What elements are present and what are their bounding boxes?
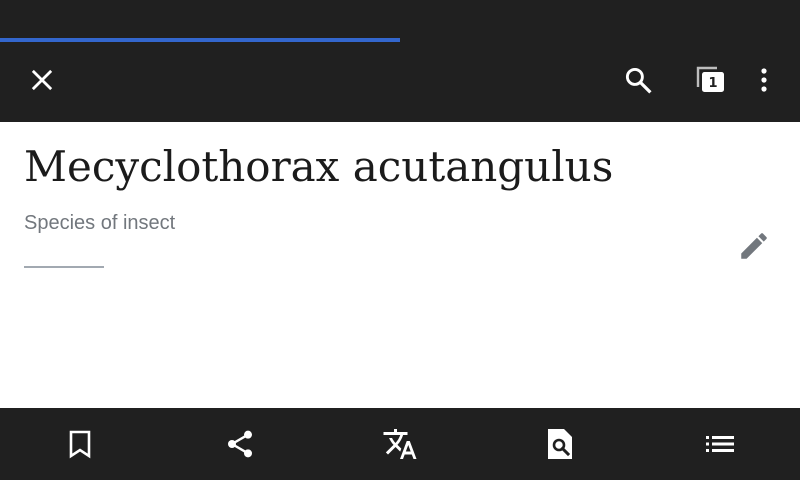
header-divider — [24, 266, 104, 268]
more-vert-icon — [761, 68, 767, 92]
article-description: Species of insect — [24, 212, 176, 234]
overflow-menu-button[interactable] — [740, 56, 788, 104]
translate-button[interactable] — [376, 420, 424, 468]
contents-list-icon — [706, 436, 734, 452]
translate-icon — [383, 429, 417, 459]
bookmark-icon — [69, 430, 91, 459]
tabs-button[interactable]: 1 — [686, 56, 734, 104]
search-button[interactable] — [614, 56, 662, 104]
pencil-icon — [741, 233, 767, 259]
article-header: Mecyclothorax acutangulus Species of ins… — [0, 122, 800, 408]
close-icon — [31, 69, 53, 91]
find-in-page-button[interactable] — [536, 420, 584, 468]
article-title: Mecyclothorax acutangulus — [24, 142, 614, 191]
status-bar — [0, 0, 800, 38]
share-button[interactable] — [216, 420, 264, 468]
contents-button[interactable] — [696, 420, 744, 468]
edit-description-button[interactable] — [730, 222, 778, 270]
find-in-page-icon — [548, 429, 572, 459]
tab-count: 1 — [708, 76, 717, 91]
share-icon — [228, 430, 252, 458]
tabs-icon: 1 — [696, 66, 724, 92]
close-button[interactable] — [18, 56, 66, 104]
search-icon — [625, 67, 652, 94]
bookmark-button[interactable] — [56, 420, 104, 468]
app-bar: 1 — [0, 42, 800, 122]
bottom-toolbar — [0, 408, 800, 480]
